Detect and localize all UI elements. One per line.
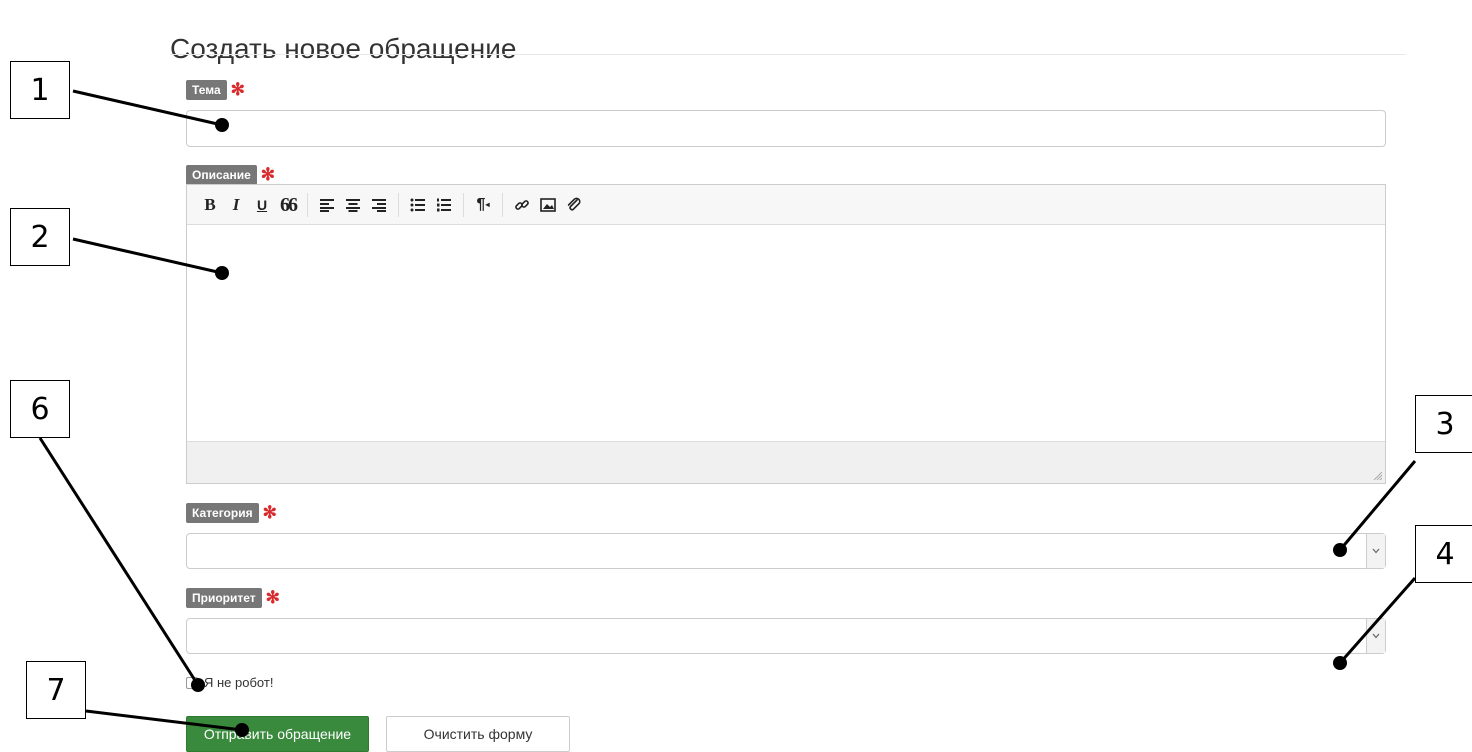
resize-grip-icon[interactable] — [1373, 471, 1382, 480]
chevron-down-icon[interactable] — [1366, 534, 1385, 568]
chevron-down-icon[interactable] — [1366, 619, 1385, 653]
toolbar-separator — [463, 192, 464, 217]
callout-pointer — [1333, 656, 1347, 670]
description-label-group: Описание ✻ — [186, 165, 275, 185]
captcha-checkbox[interactable] — [186, 676, 198, 689]
paragraph-icon[interactable]: ¶ ◂ — [470, 192, 496, 218]
callout-1: 1 — [10, 61, 70, 119]
quote-icon[interactable]: 66 — [275, 192, 301, 218]
callout-4: 4 — [1415, 525, 1472, 583]
required-asterisk-icon: ✻ — [260, 165, 276, 184]
required-asterisk-icon: ✻ — [230, 80, 245, 99]
link-icon[interactable] — [509, 192, 535, 218]
title-divider — [170, 54, 1406, 55]
toolbar-separator — [398, 192, 399, 217]
subject-input[interactable] — [186, 110, 1386, 147]
page-title: Создать новое обращение — [170, 32, 517, 64]
required-asterisk-icon: ✻ — [262, 503, 277, 522]
description-label: Описание — [186, 165, 257, 185]
callout-3: 3 — [1415, 395, 1472, 453]
attachment-icon[interactable] — [561, 192, 587, 218]
align-right-icon[interactable] — [366, 192, 392, 218]
italic-icon[interactable]: I — [223, 192, 249, 218]
editor-toolbar: B I U 66 ¶ ◂ — [187, 185, 1385, 225]
category-select[interactable] — [186, 533, 1386, 569]
callout-6: 6 — [10, 380, 70, 438]
bullet-list-icon[interactable] — [405, 192, 431, 218]
editor-statusbar — [187, 441, 1385, 483]
captcha-row: Я не робот! — [186, 675, 273, 690]
subject-label-group: Тема ✻ — [186, 80, 245, 100]
callout-2: 2 — [10, 208, 70, 266]
category-label-group: Категория ✻ — [186, 503, 277, 523]
underline-icon[interactable]: U — [249, 192, 275, 218]
priority-label-group: Приоритет ✻ — [186, 588, 280, 608]
reset-button[interactable]: Очистить форму — [386, 716, 570, 752]
submit-button[interactable]: Отправить обращение — [186, 716, 369, 752]
align-center-icon[interactable] — [340, 192, 366, 218]
subject-label: Тема — [186, 80, 227, 100]
callout-7: 7 — [26, 661, 86, 719]
toolbar-separator — [502, 192, 503, 217]
captcha-label: Я не робот! — [204, 675, 274, 690]
priority-label: Приоритет — [186, 588, 262, 608]
bold-icon[interactable]: B — [197, 192, 223, 218]
toolbar-separator — [307, 192, 308, 217]
required-asterisk-icon: ✻ — [265, 588, 280, 607]
description-textarea[interactable] — [187, 225, 1385, 442]
align-left-icon[interactable] — [314, 192, 340, 218]
category-label: Категория — [186, 503, 259, 523]
description-editor: B I U 66 ¶ ◂ — [186, 184, 1386, 484]
priority-select[interactable] — [186, 618, 1386, 654]
image-icon[interactable] — [535, 192, 561, 218]
numbered-list-icon[interactable] — [431, 192, 457, 218]
